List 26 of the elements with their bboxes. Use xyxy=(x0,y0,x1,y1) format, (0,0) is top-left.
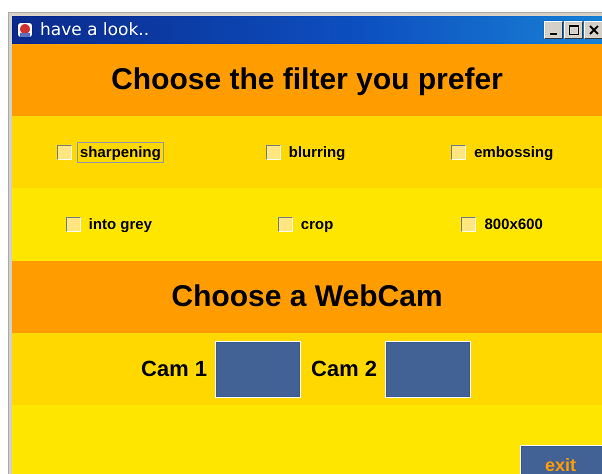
close-icon xyxy=(588,25,598,35)
checkbox[interactable] xyxy=(56,144,72,160)
maximize-icon xyxy=(568,25,578,35)
maximize-button[interactable] xyxy=(564,21,583,39)
section-heading: Choose the filter you prefer xyxy=(110,63,504,97)
minimize-button[interactable] xyxy=(544,21,563,39)
app-icon xyxy=(16,21,34,39)
checkbox-label[interactable]: crop xyxy=(298,214,336,235)
checkbox[interactable] xyxy=(278,217,293,232)
checkbox-label[interactable]: embossing xyxy=(471,142,556,162)
checkbox[interactable] xyxy=(66,217,81,232)
checkbox[interactable] xyxy=(451,144,466,160)
window-title: have a look.. xyxy=(40,20,150,40)
checkbox[interactable] xyxy=(461,217,476,232)
checkbox-label[interactable]: sharpening xyxy=(76,142,164,162)
cam-button[interactable] xyxy=(215,340,301,398)
checkbox-label[interactable]: blurring xyxy=(286,142,348,162)
checkbox[interactable] xyxy=(266,144,281,160)
checkbox-label[interactable]: into grey xyxy=(86,214,155,235)
minimize-icon xyxy=(550,32,557,34)
section-heading: Choose a WebCam xyxy=(170,280,444,314)
close-button[interactable] xyxy=(584,21,602,39)
cam-button[interactable] xyxy=(385,340,472,398)
cam-label: Cam 1 xyxy=(140,356,207,382)
checkbox-label[interactable]: 800x600 xyxy=(481,214,546,235)
cam-label: Cam 2 xyxy=(311,356,378,382)
